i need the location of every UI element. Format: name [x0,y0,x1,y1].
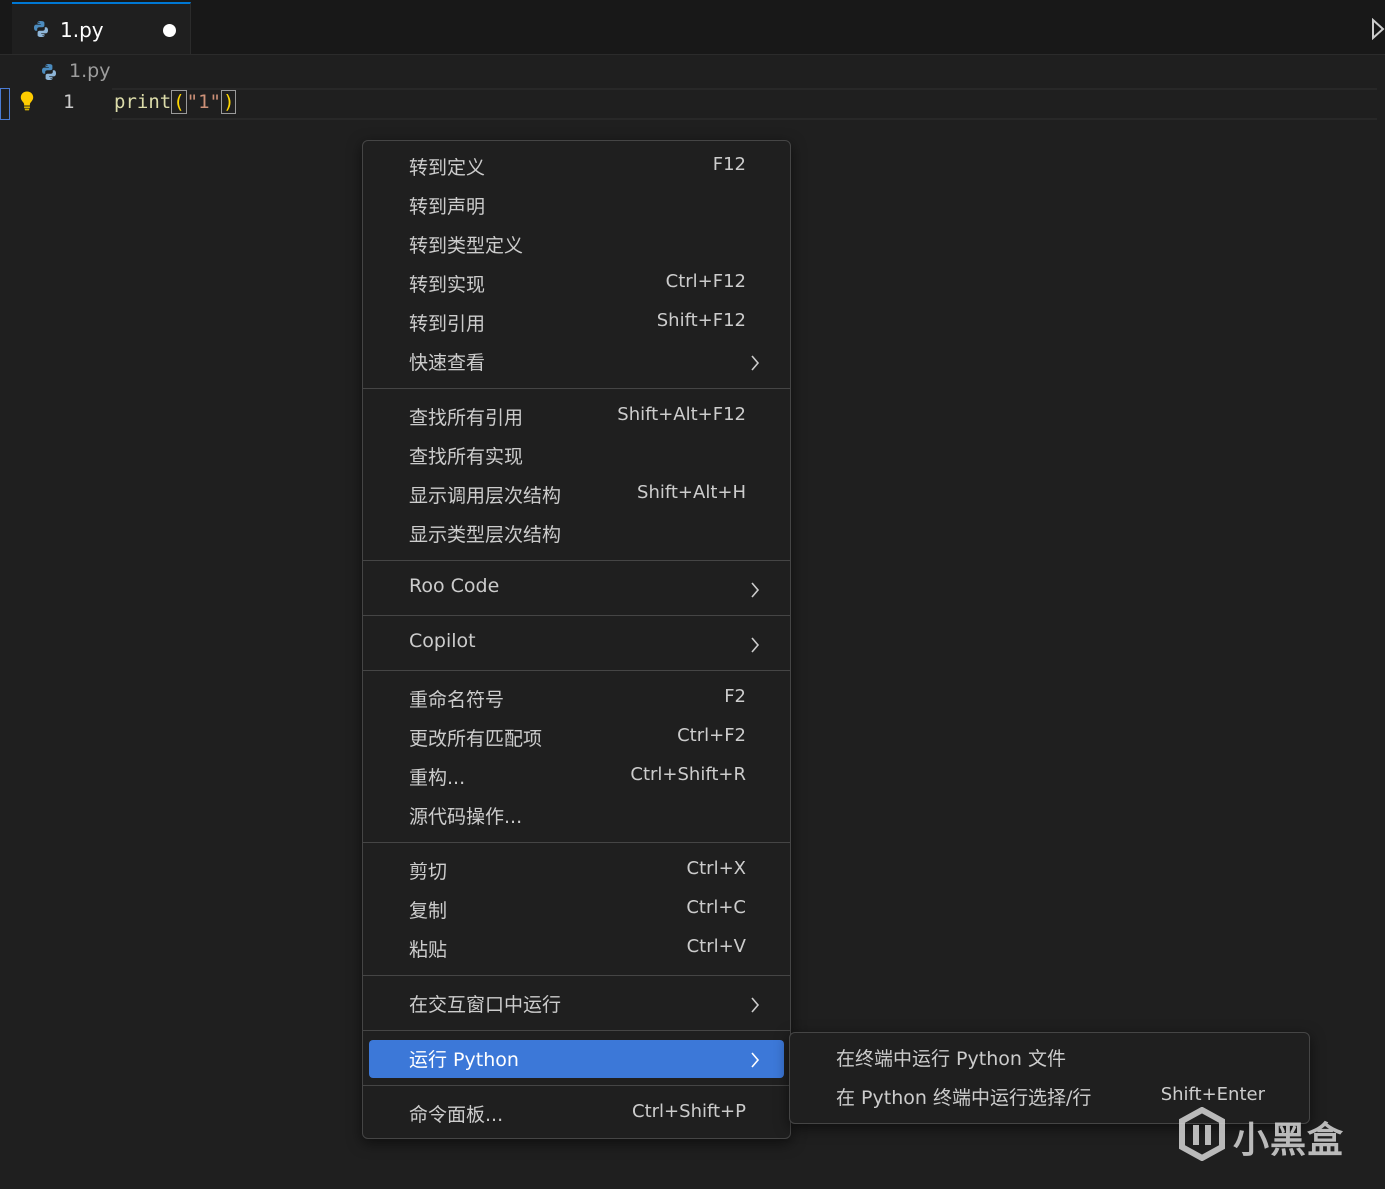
menu-item-label: 在终端中运行 Python 文件 [836,1048,1066,1070]
menu-item-shortcut: Shift+Alt+F12 [617,404,746,425]
menu-item-label: 显示类型层次结构 [409,524,562,546]
menu-separator [363,670,790,671]
menu-separator [363,842,790,843]
menu-item-label: 复制 [409,900,448,922]
code-token-bracket-open: ( [171,90,187,114]
current-line-highlight [112,88,1377,120]
menu-item-label: Roo Code [409,575,500,597]
chevron-right-icon [750,997,760,1017]
menu-item-label: 快速查看 [409,352,486,374]
menu-item-refactor[interactable]: 重构... Ctrl+Shift+R [369,758,784,796]
menu-item-peek[interactable]: 快速查看 [369,343,784,381]
code-line[interactable]: print("1") [114,90,237,114]
menu-item-label: 命令面板... [409,1104,504,1126]
unsaved-dot-icon[interactable] [163,24,176,37]
menu-item-cut[interactable]: 剪切 Ctrl+X [369,852,784,890]
menu-separator [363,975,790,976]
code-token-string: "1" [186,91,221,113]
menu-item-label: 重构... [409,767,466,789]
menu-item-label: 在 Python 终端中运行选择/行 [836,1087,1092,1109]
menu-item-find-all-implementations[interactable]: 查找所有实现 [369,437,784,475]
menu-item-copy[interactable]: 复制 Ctrl+C [369,891,784,929]
line-number: 1 [63,91,75,113]
menu-item-command-palette[interactable]: 命令面板... Ctrl+Shift+P [369,1095,784,1133]
menu-item-label: 更改所有匹配项 [409,728,543,750]
menu-item-shortcut: Ctrl+X [686,858,746,879]
python-icon [40,63,58,85]
menu-item-go-to-declaration[interactable]: 转到声明 [369,187,784,225]
menu-item-shortcut: Ctrl+F2 [677,725,746,746]
menu-item-shortcut: Ctrl+V [686,936,746,957]
menu-item-label: 重命名符号 [409,689,505,711]
menu-item-shortcut: Ctrl+Shift+P [632,1101,746,1122]
code-token-function: print [114,91,172,113]
menu-item-go-to-references[interactable]: 转到引用 Shift+F12 [369,304,784,342]
menu-item-label: 转到引用 [409,313,486,335]
menu-item-go-to-implementation[interactable]: 转到实现 Ctrl+F12 [369,265,784,303]
menu-separator [363,560,790,561]
watermark: 小黑盒 [1178,1105,1358,1165]
menu-item-shortcut: Shift+Enter [1160,1084,1265,1105]
menu-item-source-action[interactable]: 源代码操作... [369,797,784,835]
menu-item-rename-symbol[interactable]: 重命名符号 F2 [369,680,784,718]
menu-item-change-all-occurrences[interactable]: 更改所有匹配项 Ctrl+F2 [369,719,784,757]
menu-item-label: 转到实现 [409,274,486,296]
menu-separator [363,615,790,616]
menu-separator [363,1030,790,1031]
tab-label: 1.py [60,18,104,42]
play-icon[interactable] [1371,17,1385,44]
menu-item-show-call-hierarchy[interactable]: 显示调用层次结构 Shift+Alt+H [369,476,784,514]
menu-item-show-type-hierarchy[interactable]: 显示类型层次结构 [369,515,784,553]
chevron-right-icon [750,355,760,375]
menu-item-label: 显示调用层次结构 [409,485,562,507]
menu-separator [363,1085,790,1086]
menu-item-label: 源代码操作... [409,806,523,828]
menu-item-run-in-interactive-window[interactable]: 在交互窗口中运行 [369,985,784,1023]
menu-item-label: Copilot [409,630,476,652]
menu-item-label: 运行 Python [409,1049,519,1071]
lightbulb-icon[interactable] [18,90,36,116]
menu-item-shortcut: Ctrl+Shift+R [630,764,746,785]
menu-item-shortcut: Shift+F12 [656,310,746,331]
menu-item-copilot[interactable]: Copilot [369,625,784,663]
context-menu: 转到定义 F12 转到声明 转到类型定义 转到实现 Ctrl+F12 转到引用 … [362,140,791,1139]
menu-separator [363,388,790,389]
menu-item-shortcut: F2 [724,686,746,707]
code-token-bracket-close: ) [220,90,237,114]
menu-item-label: 查找所有引用 [409,407,524,429]
heybox-logo-icon [1178,1106,1226,1165]
menu-item-label: 转到类型定义 [409,235,524,257]
gutter-marker [0,88,10,120]
menu-item-run-python[interactable]: 运行 Python [369,1040,784,1078]
chevron-right-icon [750,582,760,602]
watermark-text: 小黑盒 [1233,1120,1345,1161]
menu-item-shortcut: F12 [712,154,746,175]
menu-item-go-to-type-definition[interactable]: 转到类型定义 [369,226,784,264]
menu-item-roo-code[interactable]: Roo Code [369,570,784,608]
breadcrumb-filename[interactable]: 1.py [69,60,110,82]
tab-bar: 1.py [0,0,1385,55]
menu-item-go-to-definition[interactable]: 转到定义 F12 [369,148,784,186]
menu-item-shortcut: Shift+Alt+H [637,482,746,503]
menu-item-label: 剪切 [409,861,448,883]
chevron-right-icon [750,1052,760,1072]
menu-item-label: 转到定义 [409,157,486,179]
menu-item-label: 在交互窗口中运行 [409,994,562,1016]
menu-item-shortcut: Ctrl+F12 [665,271,746,292]
submenu-item-run-file-in-terminal[interactable]: 在终端中运行 Python 文件 [796,1039,1303,1077]
menu-item-label: 转到声明 [409,196,486,218]
menu-item-shortcut: Ctrl+C [686,897,746,918]
editor-tab[interactable]: 1.py [12,2,191,54]
menu-item-label: 查找所有实现 [409,446,524,468]
menu-item-label: 粘贴 [409,939,448,961]
menu-item-paste[interactable]: 粘贴 Ctrl+V [369,930,784,968]
menu-item-find-all-references[interactable]: 查找所有引用 Shift+Alt+F12 [369,398,784,436]
chevron-right-icon [750,637,760,657]
python-icon [32,20,50,42]
